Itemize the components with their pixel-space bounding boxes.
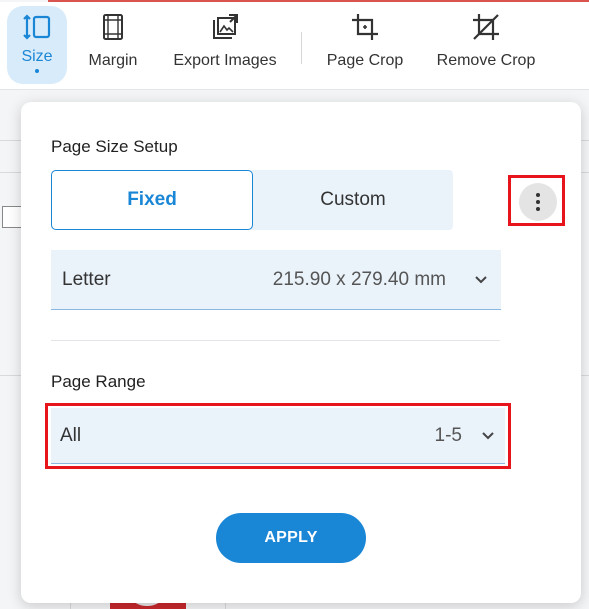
kebab-menu-icon bbox=[536, 193, 540, 211]
page-range-value: 1-5 bbox=[434, 424, 462, 446]
active-indicator-dot bbox=[35, 69, 39, 73]
remove-crop-tool-label: Remove Crop bbox=[436, 52, 536, 69]
page-range-name: All bbox=[60, 424, 82, 446]
margin-tool-label: Margin bbox=[88, 52, 138, 69]
page-crop-tool-label: Page Crop bbox=[326, 52, 404, 69]
document-checkbox bbox=[2, 206, 22, 228]
size-tool-label: Size bbox=[21, 48, 53, 65]
tab-custom[interactable]: Custom bbox=[253, 170, 453, 230]
export-images-tool-button[interactable]: Export Images bbox=[170, 6, 280, 84]
page-size-icon bbox=[22, 12, 52, 42]
paper-size-name: Letter bbox=[62, 268, 111, 290]
page-size-panel: Page Size Setup Fixed Custom Letter 215.… bbox=[21, 102, 581, 603]
margin-tool-button[interactable]: Margin bbox=[83, 6, 143, 84]
paper-size-dimensions: 215.90 x 279.40 mm bbox=[272, 268, 446, 290]
toolbar: Size Margin Export Images Page Crop Remo… bbox=[0, 2, 589, 90]
page-range-highlight: All 1-5 bbox=[45, 403, 511, 469]
page-range-title: Page Range bbox=[51, 372, 146, 391]
chevron-down-icon bbox=[474, 273, 488, 287]
apply-button[interactable]: APPLY bbox=[216, 513, 366, 563]
crop-icon bbox=[350, 12, 380, 42]
page-crop-tool-button[interactable]: Page Crop bbox=[325, 6, 405, 84]
toolbar-separator bbox=[301, 32, 302, 64]
remove-crop-tool-button[interactable]: Remove Crop bbox=[434, 6, 538, 84]
margin-icon bbox=[98, 12, 128, 42]
remove-crop-icon bbox=[471, 12, 501, 42]
paper-size-select[interactable]: Letter 215.90 x 279.40 mm bbox=[51, 250, 501, 310]
size-mode-toggle: Fixed Custom bbox=[51, 170, 453, 230]
more-options-highlight bbox=[508, 175, 565, 226]
page-size-setup-title: Page Size Setup bbox=[51, 137, 178, 156]
section-divider bbox=[51, 340, 500, 341]
export-images-tool-label: Export Images bbox=[173, 52, 277, 69]
chevron-down-icon bbox=[481, 429, 495, 443]
more-options-button[interactable] bbox=[519, 183, 557, 221]
page-range-select[interactable]: All 1-5 bbox=[51, 408, 505, 464]
size-tool-button[interactable]: Size bbox=[7, 6, 67, 84]
tab-fixed[interactable]: Fixed bbox=[51, 170, 253, 230]
export-images-icon bbox=[210, 12, 240, 42]
